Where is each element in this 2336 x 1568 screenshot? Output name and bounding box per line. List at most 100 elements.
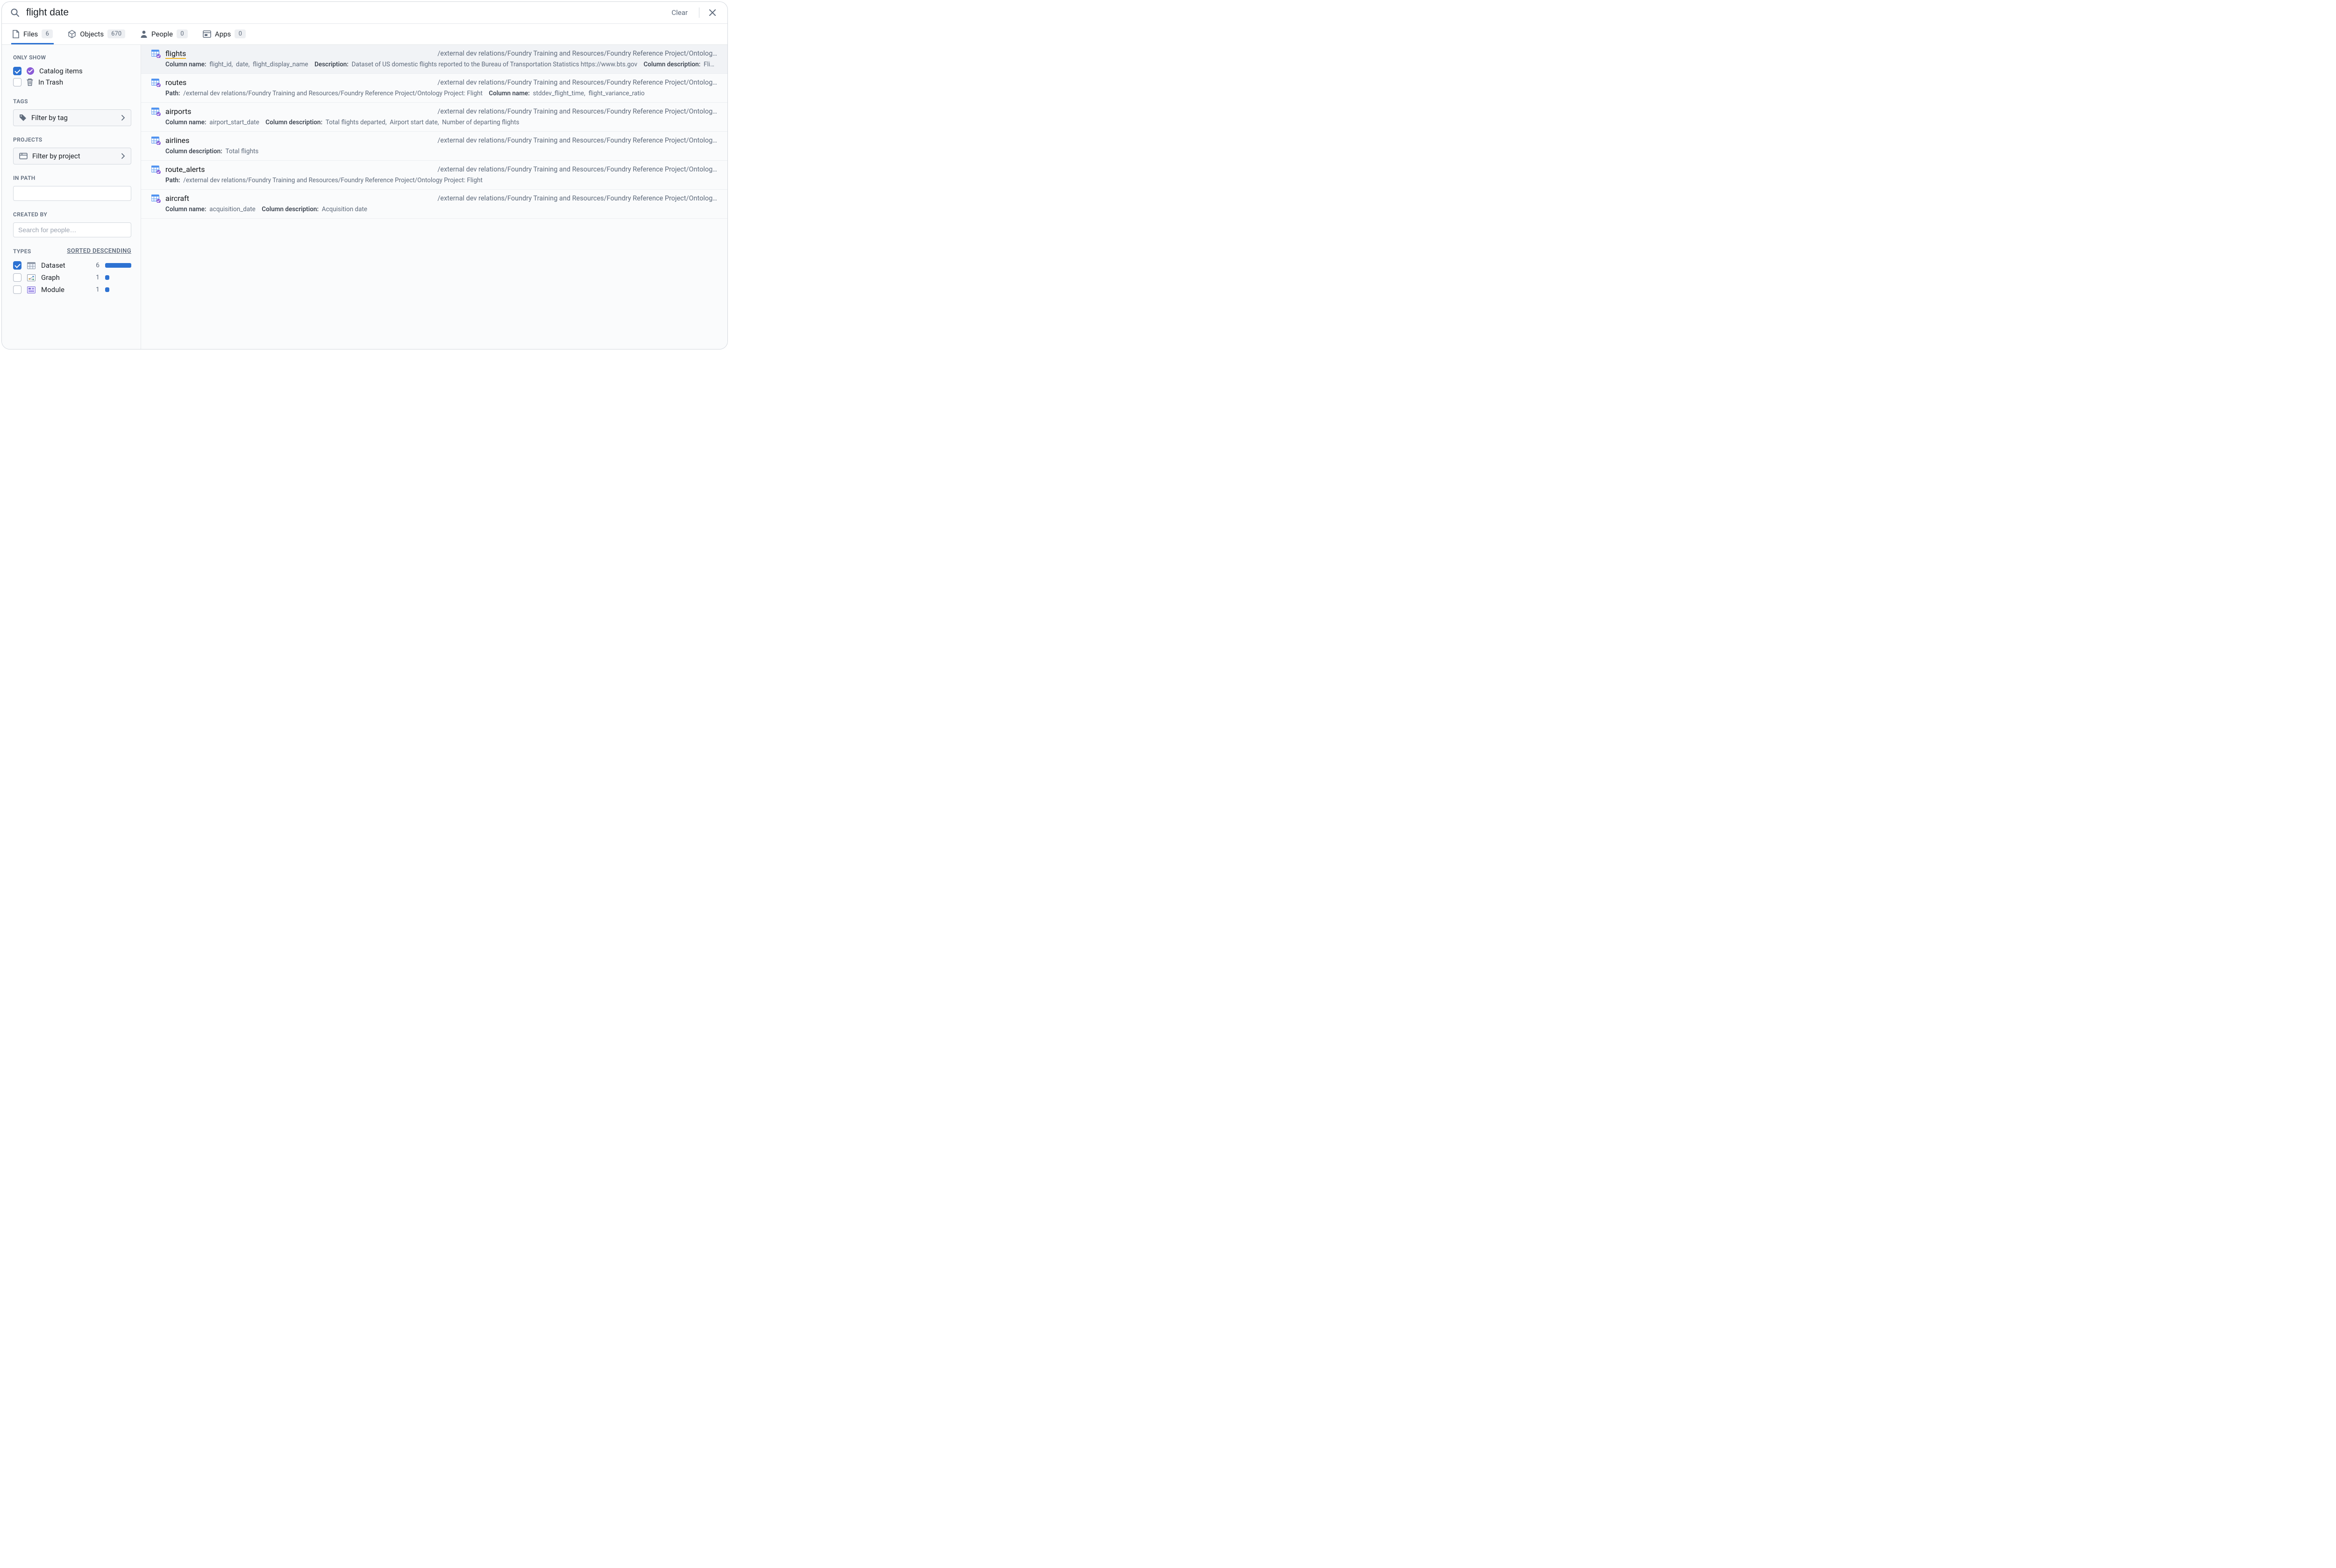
tab-apps-count: 0 [235, 29, 246, 38]
result-title: route_alerts [165, 165, 205, 174]
created-by-input[interactable] [13, 222, 131, 237]
only-show-header: ONLY SHOW [13, 54, 131, 61]
catalog-label: Catalog items [39, 67, 83, 75]
result-path: /external dev relations/Foundry Training… [437, 107, 717, 115]
search-result[interactable]: route_alerts /external dev relations/Fou… [141, 161, 727, 190]
type-name: Module [41, 285, 86, 294]
type-row-module[interactable]: Module 1 [13, 284, 131, 296]
tab-files-count: 6 [42, 29, 53, 38]
close-icon[interactable] [706, 7, 719, 18]
types-sort-toggle[interactable]: Sorted descending [67, 248, 131, 255]
app-icon [203, 30, 211, 38]
checkbox-type-module[interactable] [13, 285, 21, 294]
results-list: flights /external dev relations/Foundry … [141, 45, 727, 349]
search-result[interactable]: airlines /external dev relations/Foundry… [141, 132, 727, 161]
created-by-header: CREATED BY [13, 211, 131, 218]
tab-people[interactable]: People 0 [139, 24, 189, 44]
result-detail: Column name: flight_id, date, flight_dis… [151, 61, 717, 68]
tab-apps-label: Apps [215, 30, 231, 38]
type-count: 1 [92, 274, 100, 281]
result-title: aircraft [165, 194, 189, 203]
dataset-icon [151, 107, 161, 116]
type-bar [105, 275, 131, 280]
search-result[interactable]: routes /external dev relations/Foundry T… [141, 74, 727, 103]
tab-files-label: Files [23, 30, 38, 38]
result-detail: Column name: acquisition_date Column des… [151, 206, 717, 213]
result-title: airlines [165, 136, 189, 145]
type-bar [105, 287, 131, 292]
result-tabs: Files 6 Objects 670 People 0 Apps 0 [2, 24, 727, 45]
result-detail: Column description: Total flights [151, 148, 717, 155]
result-path: /external dev relations/Foundry Training… [437, 78, 717, 86]
checkbox-trash[interactable] [13, 78, 21, 86]
filter-by-tag-label: Filter by tag [31, 114, 68, 122]
tab-apps[interactable]: Apps 0 [202, 24, 247, 44]
checkbox-catalog[interactable] [13, 67, 21, 75]
file-icon [12, 30, 20, 38]
dataset-icon [151, 136, 161, 145]
filter-by-project-label: Filter by project [32, 152, 80, 160]
tab-objects-label: Objects [80, 30, 104, 38]
type-name: Dataset [41, 261, 86, 270]
only-show-catalog[interactable]: Catalog items [13, 65, 131, 77]
type-row-graph[interactable]: Graph 1 [13, 271, 131, 284]
tab-objects[interactable]: Objects 670 [67, 24, 126, 44]
result-title: flights [165, 49, 186, 58]
dataset-icon [151, 194, 161, 203]
search-result[interactable]: flights /external dev relations/Foundry … [141, 45, 727, 74]
type-graph-icon [27, 274, 36, 281]
cube-icon [68, 30, 76, 38]
chevron-right-icon [121, 115, 125, 121]
in-path-header: IN PATH [13, 175, 131, 181]
type-bar [105, 263, 131, 268]
type-row-dataset[interactable]: Dataset 6 [13, 259, 131, 271]
tab-files[interactable]: Files 6 [11, 24, 54, 44]
clear-button[interactable]: Clear [667, 7, 692, 19]
body: ONLY SHOW Catalog items In Trash TAGS [2, 45, 727, 349]
dataset-icon [151, 78, 161, 87]
types-header-row: TYPES Sorted descending [13, 248, 131, 255]
result-path: /external dev relations/Foundry Training… [437, 194, 717, 202]
result-title: routes [165, 78, 186, 87]
types-header: TYPES [13, 248, 31, 255]
tab-people-label: People [151, 30, 173, 38]
search-bar: Clear [2, 2, 727, 24]
search-result[interactable]: airports /external dev relations/Foundry… [141, 103, 727, 132]
result-detail: Path: /external dev relations/Foundry Tr… [151, 90, 717, 97]
filter-by-project-button[interactable]: Filter by project [13, 148, 131, 164]
search-input[interactable] [26, 7, 660, 18]
type-count: 1 [92, 286, 100, 293]
only-show-trash[interactable]: In Trash [13, 77, 131, 88]
filter-sidebar: ONLY SHOW Catalog items In Trash TAGS [2, 45, 141, 349]
type-count: 6 [92, 262, 100, 269]
tab-people-count: 0 [177, 29, 188, 38]
dataset-icon [151, 165, 161, 174]
search-result[interactable]: aircraft /external dev relations/Foundry… [141, 190, 727, 219]
result-path: /external dev relations/Foundry Training… [437, 136, 717, 144]
person-icon [140, 30, 148, 38]
tag-icon [19, 114, 27, 121]
checkbox-type-graph[interactable] [13, 273, 21, 282]
app-window: Clear Files 6 Objects 670 People 0 [1, 1, 728, 349]
dataset-icon [151, 50, 161, 58]
trash-icon [26, 78, 34, 86]
checkbox-type-dataset[interactable] [13, 261, 21, 270]
trash-label: In Trash [38, 78, 63, 86]
catalog-icon [26, 67, 35, 75]
result-path: /external dev relations/Foundry Training… [437, 50, 717, 57]
type-module-icon [27, 286, 36, 293]
type-name: Graph [41, 273, 86, 282]
result-detail: Path: /external dev relations/Foundry Tr… [151, 177, 717, 184]
tags-header: TAGS [13, 98, 131, 105]
result-title: airports [165, 107, 191, 116]
chevron-right-icon [121, 153, 125, 159]
result-detail: Column name: airport_start_date Column d… [151, 119, 717, 126]
filter-by-tag-button[interactable]: Filter by tag [13, 109, 131, 126]
project-icon [19, 153, 28, 159]
types-list: Dataset 6 Graph 1 Module 1 [13, 259, 131, 296]
type-dataset-icon [27, 262, 36, 269]
result-path: /external dev relations/Foundry Training… [437, 165, 717, 173]
in-path-input[interactable] [13, 186, 131, 201]
tab-objects-count: 670 [107, 29, 125, 38]
projects-header: PROJECTS [13, 136, 131, 143]
